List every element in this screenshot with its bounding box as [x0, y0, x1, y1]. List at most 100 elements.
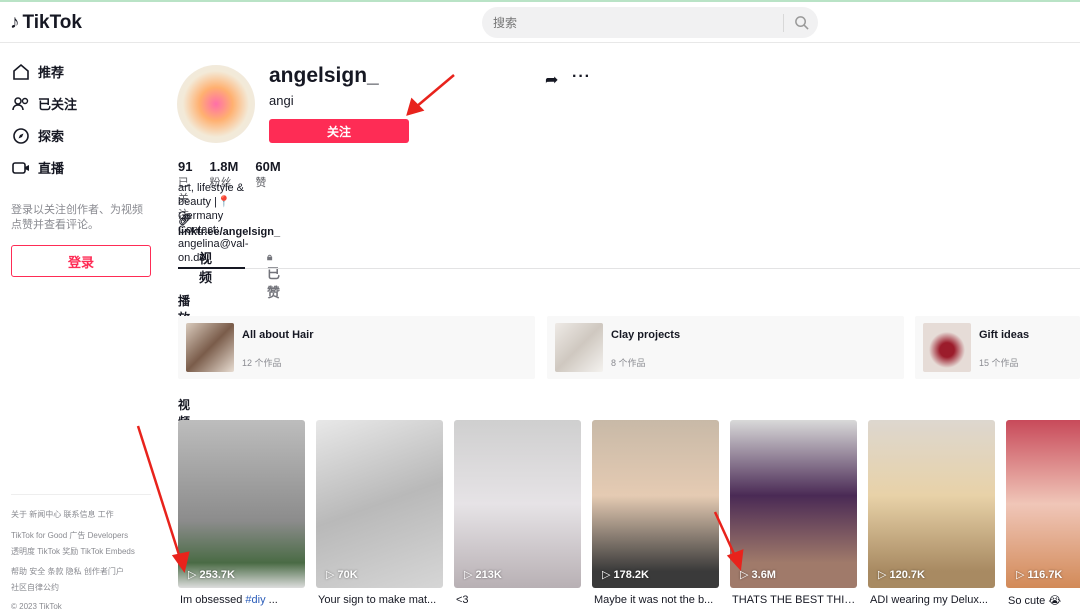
- share-icon[interactable]: ➦: [545, 70, 558, 90]
- login-hint: 登录以关注创作者、为视频点赞并查看评论。: [11, 204, 143, 231]
- view-count-text: 3.6M: [751, 569, 776, 581]
- sidebar-item-live[interactable]: 直播: [12, 158, 64, 177]
- caption-text: THATS THE BEST THIN...: [732, 594, 856, 606]
- view-count-text: 116.7K: [1027, 569, 1063, 581]
- video-card[interactable]: ▷ 3.6M: [730, 420, 857, 588]
- view-count: ▷ 70K: [326, 568, 358, 581]
- view-count-text: 70K: [337, 569, 358, 581]
- view-count: ▷ 213K: [464, 568, 502, 581]
- annotation-arrow: [415, 74, 455, 108]
- playlist-thumbnail: [555, 323, 603, 372]
- playlist-title: All about Hair: [242, 329, 314, 341]
- caption-text: <3: [456, 594, 469, 606]
- playlist-count: 15 个作品: [979, 358, 1019, 368]
- link-text: linktr.ee/angelsign_: [178, 226, 281, 238]
- sidebar-item-following[interactable]: 已关注: [12, 94, 77, 113]
- video-caption[interactable]: Im obsessed #diy ...: [180, 594, 304, 606]
- footer-links[interactable]: 帮助 安全 条款 隐私 创作者门户: [11, 566, 124, 577]
- view-count: ▷ 3.6M: [740, 568, 776, 581]
- playlist-count: 8 个作品: [611, 358, 646, 368]
- play-icon: ▷: [326, 569, 338, 581]
- more-icon[interactable]: ···: [572, 68, 591, 86]
- username: angelsign_: [269, 64, 379, 87]
- view-count: ▷ 253.7K: [188, 568, 235, 581]
- video-card[interactable]: ▷ 116.7K: [1006, 420, 1080, 588]
- nickname: angi: [269, 93, 294, 108]
- logo-text: TikTok: [22, 12, 82, 33]
- header: ♪ TikTok: [0, 2, 1080, 43]
- play-icon: ▷: [602, 569, 614, 581]
- view-count: ▷ 120.7K: [878, 568, 925, 581]
- footer-links[interactable]: 透明度 TikTok 奖励 TikTok Embeds: [11, 546, 135, 557]
- hashtag-link[interactable]: #diy: [245, 594, 265, 606]
- view-count: ▷ 116.7K: [1016, 568, 1062, 581]
- playlist-title: Clay projects: [611, 329, 681, 341]
- playlist-count: 12 个作品: [242, 358, 282, 368]
- nav-label: 直播: [38, 161, 65, 176]
- video-caption[interactable]: ADI wearing my Delux...: [870, 594, 994, 606]
- playlist-card[interactable]: Clay projects 8 个作品: [547, 316, 904, 379]
- video-caption[interactable]: So cute 😭: [1008, 594, 1080, 607]
- profile-link[interactable]: 🔗︎ linktr.ee/angelsign_: [178, 213, 280, 238]
- playlist-thumbnail: [186, 323, 234, 372]
- annotation-arrowhead: [406, 97, 425, 116]
- caption-text: So cute 😭: [1008, 595, 1062, 607]
- playlist-title: Gift ideas: [979, 329, 1030, 341]
- view-count-text: 178.2K: [613, 569, 649, 581]
- view-count-text: 253.7K: [199, 569, 235, 581]
- play-icon: ▷: [1016, 569, 1028, 581]
- tab-divider: [178, 268, 1080, 269]
- play-icon: ▷: [188, 569, 200, 581]
- caption-text: Im obsessed: [180, 594, 246, 606]
- playlist-card[interactable]: All about Hair 12 个作品: [178, 316, 535, 379]
- view-count: ▷ 178.2K: [602, 568, 649, 581]
- video-card[interactable]: ▷ 120.7K: [868, 420, 995, 588]
- sidebar: 推荐 已关注 探索 直播 登录以关注创作者、为视频点赞并查看评论。 登录 关于 …: [0, 43, 165, 614]
- caption-ellipsis: ...: [265, 594, 278, 606]
- nav-label: 已关注: [38, 97, 78, 112]
- login-button[interactable]: 登录: [11, 245, 151, 277]
- tiktok-logo[interactable]: ♪ TikTok: [10, 12, 82, 34]
- video-caption[interactable]: Maybe it was not the b...: [594, 594, 718, 606]
- video-card[interactable]: ▷ 178.2K: [592, 420, 719, 588]
- footer-links[interactable]: TikTok for Good 广告 Developers: [11, 530, 128, 541]
- play-icon: ▷: [740, 569, 752, 581]
- caption-text: Your sign to make mat...: [318, 594, 437, 606]
- lock-icon: 🔒︎: [267, 252, 273, 263]
- play-icon: ▷: [464, 569, 476, 581]
- search-input[interactable]: [482, 15, 783, 30]
- playlist-card[interactable]: Gift ideas 15 个作品: [915, 316, 1080, 379]
- view-count-text: 120.7K: [889, 569, 925, 581]
- video-caption[interactable]: THATS THE BEST THIN...: [732, 594, 856, 606]
- video-card[interactable]: ▷ 213K: [454, 420, 581, 588]
- search-bar: [482, 7, 818, 38]
- sidebar-item-explore[interactable]: 探索: [12, 126, 64, 145]
- sidebar-item-foryou[interactable]: 推荐: [12, 62, 64, 81]
- footer-links[interactable]: 社区自律公约: [11, 582, 59, 593]
- users-icon: [12, 96, 29, 110]
- playlist-thumbnail: [923, 323, 971, 372]
- video-card[interactable]: ▷ 253.7K: [178, 420, 305, 588]
- caption-text: Maybe it was not the b...: [594, 594, 714, 606]
- compass-icon: [13, 127, 29, 144]
- tab-label: 已赞: [267, 266, 281, 300]
- home-icon: [13, 63, 29, 80]
- footer-divider: [11, 494, 151, 495]
- search-icon[interactable]: [784, 15, 818, 30]
- nav-label: 探索: [38, 129, 65, 144]
- avatar: [177, 65, 255, 143]
- live-icon: [12, 161, 29, 174]
- caption-text: ADI wearing my Delux...: [870, 594, 988, 606]
- nav-label: 推荐: [38, 65, 65, 80]
- link-icon: 🔗︎: [178, 214, 192, 226]
- tiktok-note-icon: ♪: [10, 12, 20, 33]
- copyright: © 2023 TikTok: [11, 602, 62, 611]
- footer-links[interactable]: 关于 新闻中心 联系信息 工作: [11, 509, 114, 520]
- video-caption[interactable]: Your sign to make mat...: [318, 594, 442, 606]
- video-card[interactable]: ▷ 70K: [316, 420, 443, 588]
- video-caption[interactable]: <3: [456, 594, 580, 606]
- tab-active-indicator: [178, 267, 245, 269]
- play-icon: ▷: [878, 569, 890, 581]
- follow-button[interactable]: 关注: [269, 119, 409, 143]
- tab-liked[interactable]: 🔒︎ 已赞: [267, 248, 280, 301]
